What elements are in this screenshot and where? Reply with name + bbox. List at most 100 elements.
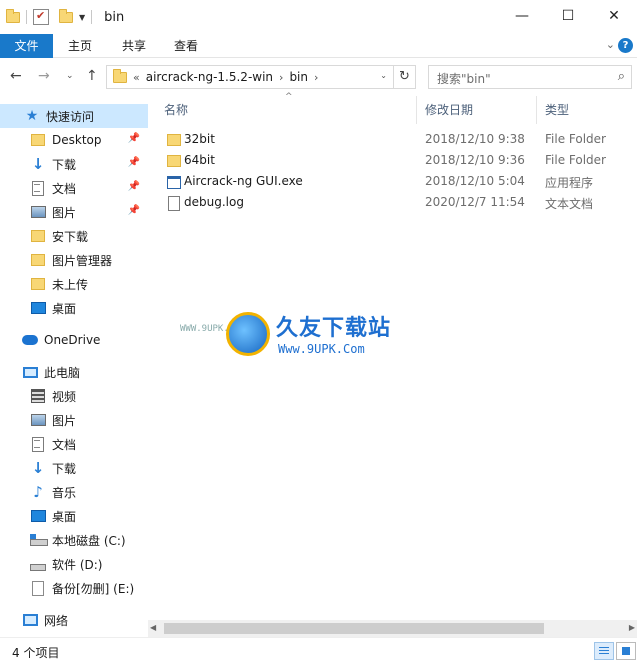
pin-icon[interactable]: 📌 [128,181,140,192]
customize-toolbar-dropdown[interactable]: ▼ [79,13,85,22]
separator [26,10,27,24]
nav-item-drive-d[interactable]: 软件 (D:) [0,552,148,576]
nav-item-pictures[interactable]: 图片 📌 [0,200,148,224]
chevron-right-icon[interactable]: › [279,71,283,84]
desktop-icon [30,302,46,314]
document-icon [32,436,44,452]
new-folder-icon[interactable] [59,8,73,23]
nav-this-pc[interactable]: 此电脑 [0,360,148,384]
folder-icon [31,134,45,146]
separator [91,10,93,24]
tab-home[interactable]: 主页 [58,34,102,58]
details-view-button[interactable] [594,642,614,660]
large-icons-view-button[interactable] [616,642,636,660]
video-icon [31,389,45,403]
file-name: 64bit [184,153,215,167]
document-icon [32,180,44,196]
desktop-icon [30,510,46,522]
breadcrumb-overflow[interactable]: « [133,71,140,84]
folder-icon [6,8,20,23]
file-date: 2018/12/10 5:04 [425,174,525,188]
search-icon[interactable]: ⌕ [618,69,625,84]
nav-network[interactable]: 网络 [0,608,148,632]
pin-icon[interactable]: 📌 [128,205,140,216]
music-icon: ♪ [33,483,43,501]
nav-item-anxiazai[interactable]: 安下载 [0,224,148,248]
nav-item-pc-documents[interactable]: 文档 [0,432,148,456]
file-type: File Folder [545,153,606,167]
download-icon: ↓ [31,155,45,173]
watermark-url: Www.9UPK.Com [278,342,365,356]
file-date: 2018/12/10 9:38 [425,132,525,146]
nav-item-drive-c[interactable]: 本地磁盘 (C:) [0,528,148,552]
nav-item-not-uploaded[interactable]: 未上传 [0,272,148,296]
nav-item-videos[interactable]: 视频 [0,384,148,408]
up-arrow-icon[interactable]: ↑ [86,68,98,84]
file-row-aircrack-gui[interactable]: Aircrack-ng GUI.exe 2018/12/10 5:04 应用程序 [158,172,628,193]
nav-item-pc-downloads[interactable]: ↓ 下载 [0,456,148,480]
ribbon-tabs: 文件 主页 共享 查看 ⌄ ? [0,34,637,58]
cloud-icon [22,335,38,345]
nav-item-pc-pictures[interactable]: 图片 [0,408,148,432]
back-arrow-icon[interactable]: ← [10,68,22,84]
nav-item-desktop[interactable]: Desktop 📌 [0,128,148,152]
address-dropdown-icon[interactable]: ⌄ [380,71,387,80]
nav-item-documents[interactable]: 文档 📌 [0,176,148,200]
status-bar: 4 个项目 [0,637,637,668]
nav-item-picture-manager[interactable]: 图片管理器 [0,248,148,272]
column-header-type[interactable]: 类型 [545,96,569,124]
search-box[interactable]: 搜索"bin" ⌕ [428,65,632,89]
maximize-button[interactable]: ☐ [545,0,591,32]
nav-item-desktop-cn[interactable]: 桌面 [0,296,148,320]
text-file-icon [168,195,180,211]
search-input[interactable]: 搜索"bin" [437,70,491,87]
nav-item-pc-desktop[interactable]: 桌面 [0,504,148,528]
nav-onedrive[interactable]: OneDrive [0,328,148,352]
file-row-debug-log[interactable]: debug.log 2020/12/7 11:54 文本文档 [158,193,628,214]
pin-icon[interactable]: 📌 [128,157,140,168]
nav-item-drive-e[interactable]: 备份[勿删] (E:) [0,576,148,600]
file-name: 32bit [184,132,215,146]
window-title: bin [104,9,125,25]
tab-share[interactable]: 共享 [112,34,156,58]
quick-access-toolbar: ▼ [0,8,94,25]
tab-file[interactable]: 文件 [0,34,53,58]
chevron-right-icon[interactable]: › [314,71,318,84]
file-date: 2018/12/10 9:36 [425,153,525,167]
nav-item-music[interactable]: ♪ 音乐 [0,480,148,504]
watermark: WWW.9UPK.COM 久友下载站 Www.9UPK.Com [180,310,420,370]
horizontal-scrollbar[interactable]: ◀ ▶ [148,620,637,637]
folder-icon [113,68,127,83]
file-row-64bit[interactable]: 64bit 2018/12/10 9:36 File Folder [158,151,628,172]
address-bar[interactable]: « aircrack-ng-1.5.2-win › bin › ⌄ ↻ [106,65,416,89]
refresh-icon[interactable]: ↻ [393,66,415,88]
column-header-name[interactable]: 名称 [164,96,188,124]
properties-icon[interactable] [33,9,49,25]
breadcrumb-bin[interactable]: bin [289,70,308,84]
minimize-button[interactable]: — [499,0,545,32]
breadcrumb-aircrack[interactable]: aircrack-ng-1.5.2-win [146,70,273,84]
address-row: ← → ⌄ ↑ « aircrack-ng-1.5.2-win › bin › … [0,58,637,96]
scroll-thumb[interactable] [164,623,544,634]
tab-view[interactable]: 查看 [164,34,208,58]
scroll-right-icon[interactable]: ▶ [629,623,635,632]
watermark-brand: 久友下载站 [276,316,392,341]
file-row-32bit[interactable]: 32bit 2018/12/10 9:38 File Folder [158,130,628,151]
expand-ribbon-chevron-icon[interactable]: ⌄ [606,38,615,51]
pin-icon[interactable]: 📌 [128,133,140,144]
column-divider[interactable] [536,96,537,124]
close-button[interactable]: ✕ [591,0,637,32]
file-type: 文本文档 [545,197,594,211]
nav-quick-access[interactable]: ★ 快速访问 [0,104,148,128]
column-divider[interactable] [416,96,417,124]
folder-icon [31,278,45,290]
folder-icon [167,155,181,167]
nav-item-downloads[interactable]: ↓ 下载 📌 [0,152,148,176]
help-icon[interactable]: ? [618,38,633,53]
file-type: 应用程序 [545,176,594,190]
scroll-left-icon[interactable]: ◀ [150,623,156,632]
column-header-date[interactable]: 修改日期 [425,96,473,124]
forward-arrow-icon[interactable]: → [38,68,50,84]
recent-locations-chevron-icon[interactable]: ⌄ [66,71,74,81]
file-type: File Folder [545,132,606,146]
